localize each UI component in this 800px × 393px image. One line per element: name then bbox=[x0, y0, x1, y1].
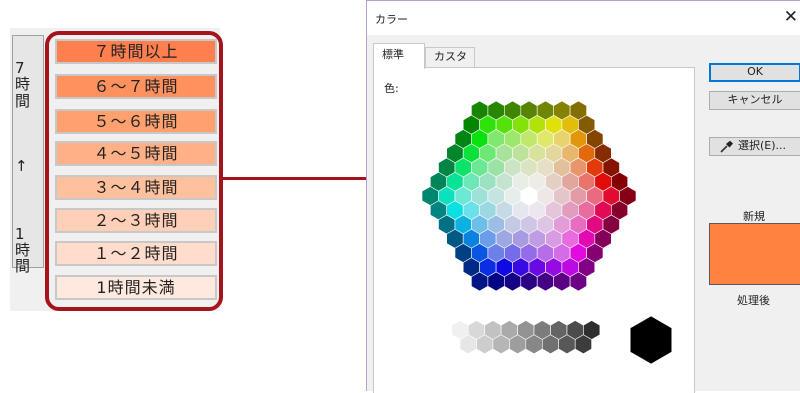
vertical-axis-label: 7 時 間 ↑ 1 時 間 bbox=[12, 35, 44, 274]
band-item[interactable]: ２～３時間 bbox=[55, 208, 217, 233]
band-item[interactable]: ３～４時間 bbox=[55, 175, 217, 200]
close-icon[interactable]: ✕ bbox=[784, 7, 798, 27]
after-process-label: 処理後 bbox=[737, 294, 770, 307]
band-item[interactable]: ５～６時間 bbox=[55, 109, 217, 134]
axis-top-char-3: 間 bbox=[15, 92, 31, 110]
axis-bottom-char-1: 1 bbox=[15, 225, 25, 243]
tab-custom[interactable]: カスタム bbox=[425, 47, 475, 81]
pick-color-button[interactable]: 選択(E)... bbox=[709, 137, 800, 156]
band-item[interactable]: 1時間未満 bbox=[55, 275, 217, 300]
band-item[interactable]: ６～７時間 bbox=[55, 74, 217, 99]
time-legend-panel: 7 時 間 ↑ 1 時 間 ７時間以上 ６～７時間 ５～６時間 ４～５時間 ３～… bbox=[10, 28, 223, 311]
tab-standard[interactable]: 標準 bbox=[373, 43, 425, 69]
standard-color-panel: 色: bbox=[373, 67, 695, 393]
band-item[interactable]: １～２時間 bbox=[55, 241, 217, 266]
dialog-titlebar: カラー ✕ bbox=[367, 1, 800, 35]
axis-top-char-2: 時 bbox=[15, 75, 31, 93]
cancel-button[interactable]: キャンセル bbox=[709, 91, 800, 110]
eyedropper-icon bbox=[720, 140, 733, 153]
color-dialog: カラー ✕ 標準 カスタム 色: OK キャンセル 選択(E)... 新規 処理… bbox=[366, 0, 800, 393]
color-cell[interactable] bbox=[629, 315, 673, 365]
new-color-swatch bbox=[709, 223, 800, 285]
new-color-label: 新規 bbox=[743, 210, 765, 223]
color-hexagon-grid[interactable] bbox=[374, 68, 694, 393]
band-item[interactable]: ４～５時間 bbox=[55, 141, 217, 166]
axis-bottom-char-2: 時 bbox=[15, 241, 31, 259]
callout-connector-line bbox=[219, 177, 369, 180]
pick-color-label: 選択(E)... bbox=[737, 139, 787, 152]
axis-bottom-char-3: 間 bbox=[15, 257, 31, 275]
dialog-title: カラー bbox=[375, 13, 408, 26]
axis-top-char-1: 7 bbox=[15, 59, 25, 77]
ok-button[interactable]: OK bbox=[709, 63, 800, 82]
time-band-list: ７時間以上 ６～７時間 ５～６時間 ４～５時間 ３～４時間 ２～３時間 １～２時… bbox=[45, 31, 223, 311]
up-arrow-icon: ↑ bbox=[15, 157, 28, 175]
band-item[interactable]: ７時間以上 bbox=[55, 39, 217, 64]
